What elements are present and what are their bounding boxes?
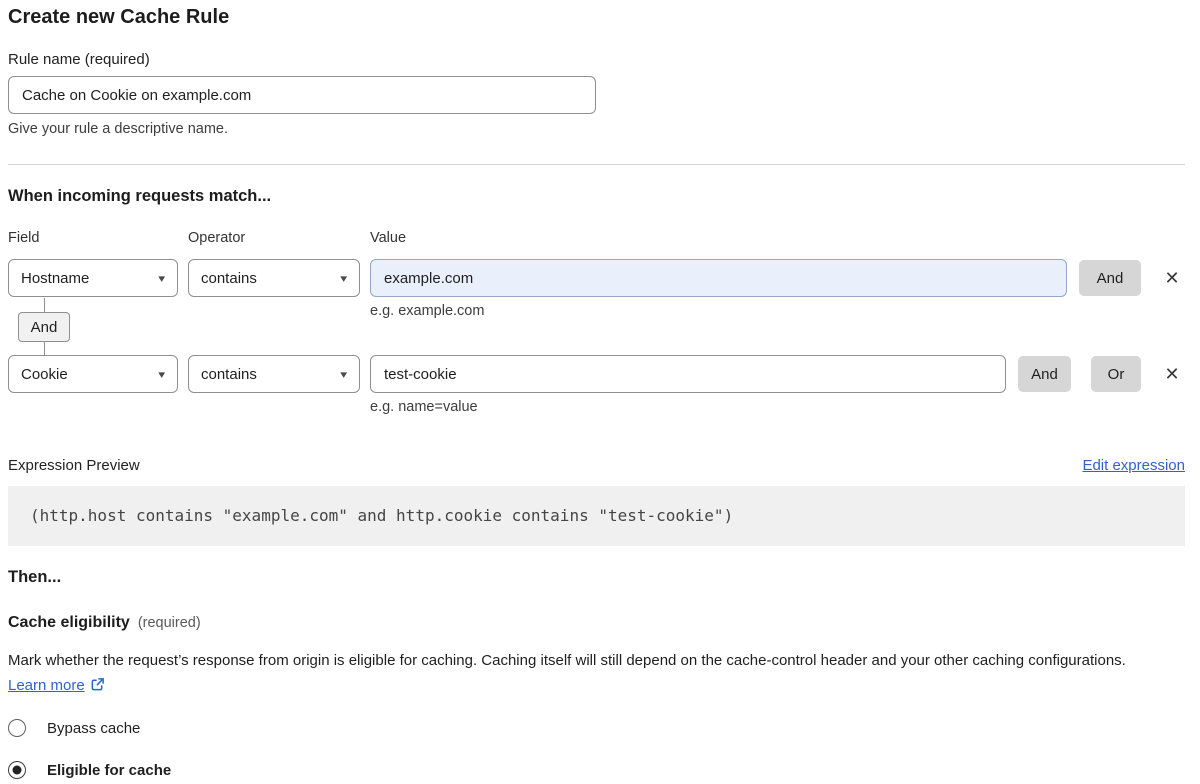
cache-eligibility-heading: Cache eligibility <box>8 614 130 632</box>
value-input[interactable] <box>370 259 1067 297</box>
match-row: Cookie ▾ contains ▾ e.g. name=value And … <box>8 355 1185 415</box>
and-button[interactable]: And <box>1079 260 1141 296</box>
radio-unselected-icon[interactable] <box>8 719 26 737</box>
radio-selected-icon[interactable] <box>8 761 26 779</box>
field-select[interactable]: Hostname ▾ <box>8 259 178 297</box>
operator-select[interactable]: contains ▾ <box>188 355 360 393</box>
cache-eligibility-description: Mark whether the request’s response from… <box>8 648 1168 698</box>
close-icon: ✕ <box>1164 268 1179 289</box>
chevron-down-icon: ▾ <box>159 272 166 285</box>
learn-more-link[interactable]: Learn more <box>8 677 85 694</box>
rule-name-group: Rule name (required) Give your rule a de… <box>8 51 1185 137</box>
field-select[interactable]: Cookie ▾ <box>8 355 178 393</box>
remove-condition-button[interactable]: ✕ <box>1159 260 1185 296</box>
required-note: (required) <box>138 615 201 631</box>
operator-select-value: contains <box>201 270 257 287</box>
connector-and-chip[interactable]: And <box>18 312 70 342</box>
operator-select-value: contains <box>201 366 257 383</box>
operator-select[interactable]: contains ▾ <box>188 259 360 297</box>
radio-option-bypass-cache[interactable]: Bypass cache <box>8 719 1185 737</box>
value-column: e.g. name=value <box>370 355 1006 415</box>
rule-name-label: Rule name (required) <box>8 51 1185 68</box>
rule-name-helper: Give your rule a descriptive name. <box>8 121 1185 137</box>
value-input[interactable] <box>370 355 1006 393</box>
or-button[interactable]: Or <box>1091 356 1141 392</box>
radio-label: Bypass cache <box>47 720 140 737</box>
then-heading: Then... <box>8 568 1185 587</box>
remove-condition-button[interactable]: ✕ <box>1159 356 1185 392</box>
field-select-value: Cookie <box>21 366 68 383</box>
expression-preview-label: Expression Preview <box>8 457 140 474</box>
description-text: Mark whether the request’s response from… <box>8 652 1126 669</box>
page-title: Create new Cache Rule <box>8 6 1185 29</box>
cache-eligibility-heading-row: Cache eligibility (required) <box>8 614 1185 632</box>
radio-option-eligible-for-cache[interactable]: Eligible for cache <box>8 761 1185 779</box>
expression-code-block: (http.host contains "example.com" and ht… <box>8 486 1185 546</box>
edit-expression-link[interactable]: Edit expression <box>1082 457 1185 474</box>
value-column-label: Value <box>370 230 406 246</box>
chevron-down-icon: ▾ <box>341 368 348 381</box>
section-divider <box>8 164 1185 165</box>
chevron-down-icon: ▾ <box>341 272 348 285</box>
chevron-down-icon: ▾ <box>159 368 166 381</box>
value-hint: e.g. name=value <box>370 399 1006 415</box>
field-column-label: Field <box>8 230 178 246</box>
expression-preview-header: Expression Preview Edit expression <box>8 457 1185 474</box>
match-column-labels: Field Operator Value <box>8 230 1185 246</box>
external-link-icon <box>90 677 105 692</box>
match-heading: When incoming requests match... <box>8 187 1185 206</box>
radio-label: Eligible for cache <box>47 762 171 779</box>
and-button[interactable]: And <box>1018 356 1071 392</box>
close-icon: ✕ <box>1164 364 1179 385</box>
field-select-value: Hostname <box>21 270 89 287</box>
create-cache-rule-page: Create new Cache Rule Rule name (require… <box>0 0 1192 779</box>
rule-name-input[interactable] <box>8 76 596 114</box>
operator-column-label: Operator <box>188 230 360 246</box>
condition-connector: And <box>8 298 1185 355</box>
